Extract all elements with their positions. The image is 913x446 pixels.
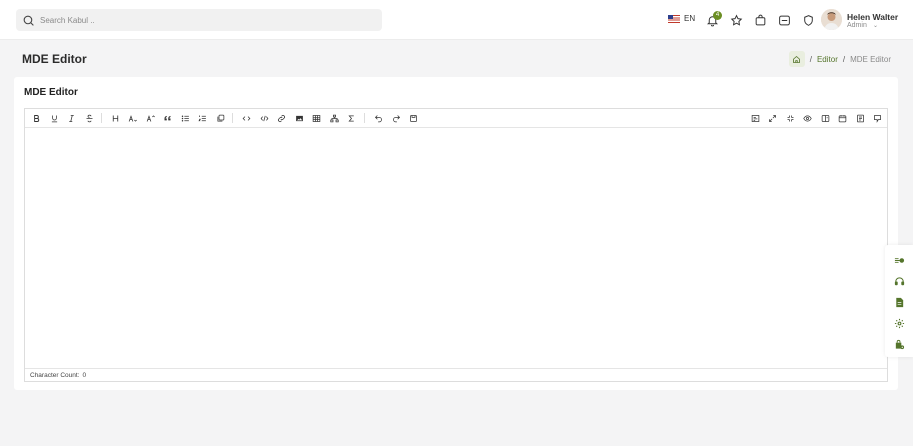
- image-icon[interactable]: [293, 112, 305, 124]
- toolbar-separator: [101, 113, 102, 123]
- language-label: EN: [684, 14, 696, 23]
- breadcrumb-separator: /: [842, 54, 846, 64]
- formula-icon[interactable]: [345, 112, 357, 124]
- undo-icon[interactable]: [372, 112, 384, 124]
- clean-block-icon[interactable]: [214, 112, 226, 124]
- document-icon[interactable]: [854, 112, 866, 124]
- home-icon: [793, 55, 801, 63]
- page-title: MDE Editor: [22, 52, 87, 66]
- avatar[interactable]: [821, 9, 842, 30]
- breadcrumb-separator: /: [809, 54, 812, 64]
- italic-icon[interactable]: [65, 112, 77, 124]
- shopping-bag-icon: [755, 14, 765, 25]
- toolbar-separator: [364, 113, 365, 123]
- user-role[interactable]: Admin: [847, 22, 867, 29]
- toolbar-separator: [232, 113, 233, 123]
- editor-statusbar: Character Count: 0: [25, 368, 887, 381]
- breadcrumb: / Editor / MDE Editor: [788, 51, 891, 67]
- save-icon[interactable]: [407, 112, 419, 124]
- floating-action-panel: [885, 245, 913, 357]
- user-avatar-icon: [821, 9, 842, 30]
- bold-icon[interactable]: [30, 112, 42, 124]
- messages-button[interactable]: [776, 12, 792, 28]
- search-box[interactable]: [16, 9, 382, 31]
- user-name[interactable]: Helen Walter: [847, 12, 898, 22]
- heading-smaller-icon[interactable]: [126, 112, 138, 124]
- preview-icon[interactable]: [801, 112, 813, 124]
- support-icon[interactable]: [892, 274, 906, 288]
- heading-bigger-icon[interactable]: [144, 112, 156, 124]
- heading-icon[interactable]: [109, 112, 121, 124]
- exit-fullscreen-icon[interactable]: [784, 112, 796, 124]
- ordered-list-icon[interactable]: [196, 112, 208, 124]
- side-by-side-icon[interactable]: [819, 112, 831, 124]
- table-icon[interactable]: [310, 112, 322, 124]
- underline-icon[interactable]: [48, 112, 60, 124]
- search-input[interactable]: [40, 15, 360, 25]
- editor-card: MDE Editor Character Count: 0: [14, 77, 898, 390]
- chevron-down-icon[interactable]: ⌄: [873, 22, 878, 29]
- unordered-list-icon[interactable]: [179, 112, 191, 124]
- code-icon[interactable]: [240, 112, 252, 124]
- guide-icon[interactable]: [871, 112, 883, 124]
- character-count-value: 0: [82, 371, 87, 379]
- theme-toggle-button[interactable]: [800, 12, 816, 28]
- customizer-icon[interactable]: [892, 253, 906, 267]
- link-icon[interactable]: [275, 112, 287, 124]
- us-flag-icon: [668, 14, 680, 23]
- breadcrumb-home[interactable]: [788, 51, 805, 67]
- docs-icon[interactable]: [892, 295, 906, 309]
- character-count-label: Character Count:: [30, 371, 80, 379]
- fullscreen-icon[interactable]: [766, 112, 778, 124]
- star-icon: [730, 14, 742, 26]
- notification-badge: 4: [713, 11, 722, 20]
- editor-toolbar: [25, 109, 887, 128]
- top-navbar: EN 4 Helen Walter Admin ⌄: [0, 0, 913, 40]
- inline-code-icon[interactable]: [258, 112, 270, 124]
- bookmarks-button[interactable]: [728, 12, 744, 28]
- language-selector[interactable]: EN: [668, 14, 695, 23]
- search-icon: [23, 15, 34, 26]
- strikethrough-icon[interactable]: [83, 112, 95, 124]
- quote-icon[interactable]: [161, 112, 173, 124]
- settings-icon[interactable]: [892, 316, 906, 330]
- markdown-editor: Character Count: 0: [24, 108, 888, 382]
- editor-text-area[interactable]: [25, 128, 887, 368]
- buy-icon[interactable]: [892, 337, 906, 351]
- card-title: MDE Editor: [24, 87, 78, 98]
- breadcrumb-current: MDE Editor: [850, 54, 891, 64]
- shield-icon: [803, 14, 813, 26]
- breadcrumb-editor-link[interactable]: Editor: [817, 55, 838, 64]
- calendar-icon[interactable]: [836, 112, 848, 124]
- message-icon: [778, 15, 790, 25]
- redo-icon[interactable]: [390, 112, 402, 124]
- cart-button[interactable]: [752, 12, 768, 28]
- diagram-icon[interactable]: [328, 112, 340, 124]
- preview-mode-icon[interactable]: [749, 112, 761, 124]
